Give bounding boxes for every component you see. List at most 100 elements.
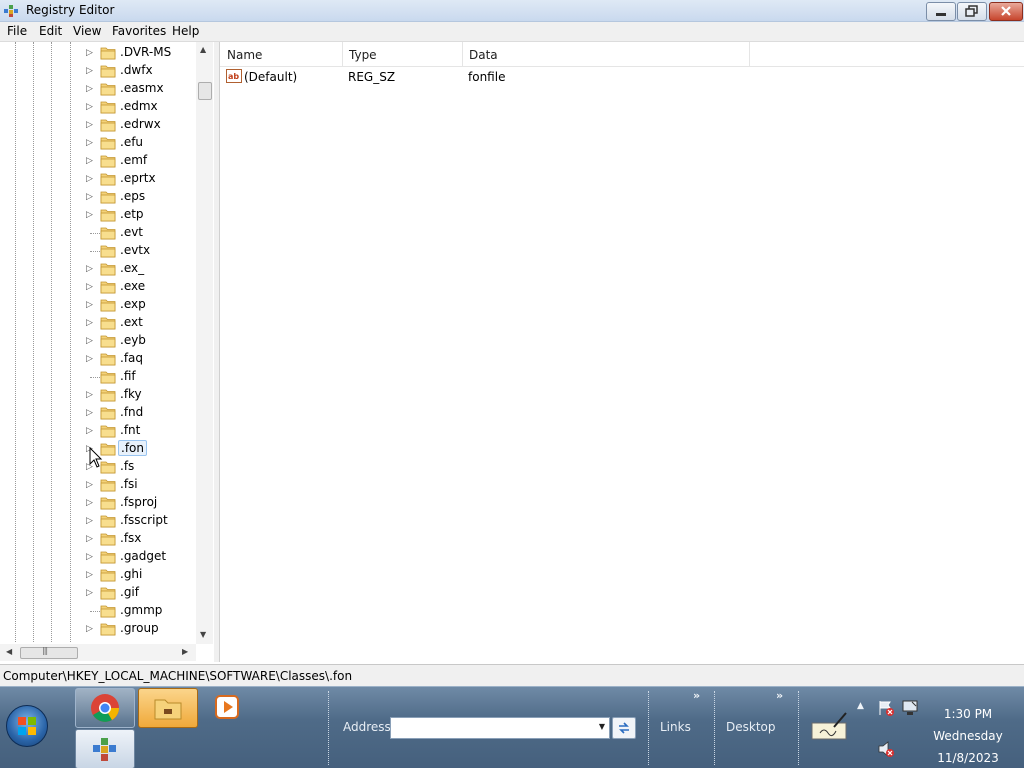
tree-item[interactable]: .evt bbox=[86, 224, 196, 242]
tree-item[interactable]: ▷ .eyb bbox=[86, 332, 196, 350]
network-icon[interactable] bbox=[901, 699, 919, 717]
expand-arrow-icon[interactable]: ▷ bbox=[86, 66, 95, 76]
tree-item[interactable]: ▷ .eps bbox=[86, 188, 196, 206]
tree-item[interactable]: ▷ .exp bbox=[86, 296, 196, 314]
expand-arrow-icon[interactable]: ▷ bbox=[86, 192, 95, 202]
links-toolbar-label[interactable]: Links bbox=[660, 720, 691, 734]
tree-item[interactable]: ▷ .fsproj bbox=[86, 494, 196, 512]
clock-time[interactable]: 1:30 PM bbox=[930, 707, 1006, 721]
expand-arrow-icon[interactable]: ▷ bbox=[86, 498, 95, 508]
tree-item[interactable]: ▷ .gadget bbox=[86, 548, 196, 566]
menu-favorites[interactable]: Favorites bbox=[112, 24, 166, 38]
expand-arrow-icon[interactable]: ▷ bbox=[86, 300, 95, 310]
expand-arrow-icon[interactable]: ▷ bbox=[86, 264, 95, 274]
expand-arrow-icon[interactable]: ▷ bbox=[86, 282, 95, 292]
tree-item[interactable]: ▷ .efu bbox=[86, 134, 196, 152]
expand-arrow-icon[interactable]: ▷ bbox=[86, 318, 95, 328]
tree-item[interactable]: ▷ .edrwx bbox=[86, 116, 196, 134]
show-hidden-icons-icon[interactable]: ▲ bbox=[857, 701, 864, 711]
expand-arrow-icon[interactable]: ▷ bbox=[86, 84, 95, 94]
column-header-type[interactable]: Type bbox=[342, 42, 463, 66]
expand-arrow-icon[interactable]: ▷ bbox=[86, 174, 95, 184]
volume-muted-icon[interactable] bbox=[877, 740, 895, 758]
expand-arrow-icon[interactable]: ▷ bbox=[86, 570, 95, 580]
minimize-button[interactable] bbox=[926, 2, 956, 21]
tree-item[interactable]: ▷ .ext bbox=[86, 314, 196, 332]
tree-item[interactable]: ▷ .ghi bbox=[86, 566, 196, 584]
title-bar[interactable]: Registry Editor bbox=[0, 0, 1024, 22]
scroll-up-icon[interactable]: ▲ bbox=[200, 45, 206, 54]
chevron-right-icon[interactable]: » bbox=[776, 689, 783, 702]
expand-arrow-icon[interactable]: ▷ bbox=[86, 120, 95, 130]
scroll-thumb[interactable] bbox=[20, 647, 78, 659]
tree-item[interactable]: .fif bbox=[86, 368, 196, 386]
taskbar-explorer-button[interactable] bbox=[138, 688, 198, 728]
taskbar-regedit-button[interactable] bbox=[75, 729, 135, 768]
key-tree-pane[interactable]: ▷ .DVR-MS ▷ .dwfx ▷ .easmx ▷ .edmx ▷ .edrwx ▷ .efu ▷… bbox=[0, 42, 215, 662]
column-header-data[interactable]: Data bbox=[462, 42, 750, 66]
clock-date[interactable]: 11/8/2023 bbox=[930, 751, 1006, 765]
expand-arrow-icon[interactable]: ▷ bbox=[86, 354, 95, 364]
tree-item[interactable]: ▷ .fsi bbox=[86, 476, 196, 494]
menu-help[interactable]: Help bbox=[172, 24, 199, 38]
expand-arrow-icon[interactable]: ▷ bbox=[86, 480, 95, 490]
clock-day[interactable]: Wednesday bbox=[930, 729, 1006, 743]
tree-item[interactable]: ▷ .easmx bbox=[86, 80, 196, 98]
expand-arrow-icon[interactable]: ▷ bbox=[86, 102, 95, 112]
values-list-pane[interactable]: Name Type Data ab (Default) REG_SZ fonfi… bbox=[219, 42, 1024, 662]
column-header-name[interactable]: Name bbox=[220, 42, 343, 66]
tree-item[interactable]: ▷ .fky bbox=[86, 386, 196, 404]
expand-arrow-icon[interactable]: ▷ bbox=[86, 534, 95, 544]
dropdown-arrow-icon[interactable]: ▼ bbox=[599, 722, 605, 731]
menu-edit[interactable]: Edit bbox=[39, 24, 62, 38]
tree-item[interactable]: ▷ .eprtx bbox=[86, 170, 196, 188]
close-button[interactable] bbox=[989, 2, 1023, 21]
expand-arrow-icon[interactable]: ▷ bbox=[86, 588, 95, 598]
scroll-thumb[interactable] bbox=[198, 82, 212, 100]
expand-arrow-icon[interactable]: ▷ bbox=[86, 210, 95, 220]
expand-arrow-icon[interactable]: ▷ bbox=[86, 426, 95, 436]
tree-vertical-scrollbar[interactable]: ▲ ▼ bbox=[196, 42, 213, 644]
tree-item[interactable]: ▷ .dwfx bbox=[86, 62, 196, 80]
tree-item[interactable]: ▷ .gif bbox=[86, 584, 196, 602]
tree-item[interactable]: ▷ .fsx bbox=[86, 530, 196, 548]
tablet-input-icon[interactable] bbox=[810, 711, 850, 743]
maximize-button[interactable] bbox=[957, 2, 987, 21]
scroll-right-icon[interactable]: ▶ bbox=[182, 647, 188, 656]
scroll-left-icon[interactable]: ◀ bbox=[6, 647, 12, 656]
desktop-toolbar-label[interactable]: Desktop bbox=[726, 720, 776, 734]
tree-item[interactable]: .gmmp bbox=[86, 602, 196, 620]
expand-arrow-icon[interactable]: ▷ bbox=[86, 624, 95, 634]
action-center-flag-icon[interactable] bbox=[877, 699, 895, 717]
value-row[interactable]: ab (Default) REG_SZ fonfile bbox=[220, 68, 1024, 86]
tree-item[interactable]: ▷ .group bbox=[86, 620, 196, 638]
menu-file[interactable]: File bbox=[7, 24, 27, 38]
tree-item[interactable]: ▷ .ex_ bbox=[86, 260, 196, 278]
menu-view[interactable]: View bbox=[73, 24, 101, 38]
media-player-icon[interactable] bbox=[213, 693, 241, 721]
tree-horizontal-scrollbar[interactable]: ◀ ||| ▶ bbox=[0, 644, 196, 661]
chevron-right-icon[interactable]: » bbox=[693, 689, 700, 702]
expand-arrow-icon[interactable]: ▷ bbox=[86, 408, 95, 418]
scroll-down-icon[interactable]: ▼ bbox=[200, 630, 206, 639]
tree-item[interactable]: ▷ .fnd bbox=[86, 404, 196, 422]
tree-item[interactable]: ▷ .exe bbox=[86, 278, 196, 296]
expand-arrow-icon[interactable]: ▷ bbox=[86, 336, 95, 346]
tree-item[interactable]: ▷ .etp bbox=[86, 206, 196, 224]
expand-arrow-icon[interactable]: ▷ bbox=[86, 516, 95, 526]
expand-arrow-icon[interactable]: ▷ bbox=[86, 552, 95, 562]
tree-item[interactable]: ▷ .faq bbox=[86, 350, 196, 368]
tree-item[interactable]: ▷ .fnt bbox=[86, 422, 196, 440]
start-button[interactable] bbox=[6, 705, 48, 747]
address-go-button[interactable] bbox=[612, 717, 636, 739]
expand-arrow-icon[interactable]: ▷ bbox=[86, 48, 95, 58]
tree-item[interactable]: ▷ .fsscript bbox=[86, 512, 196, 530]
tree-item[interactable]: ▷ .edmx bbox=[86, 98, 196, 116]
address-input[interactable]: ▼ bbox=[390, 717, 610, 739]
tree-item[interactable]: ▷ .DVR-MS bbox=[86, 44, 196, 62]
expand-arrow-icon[interactable]: ▷ bbox=[86, 138, 95, 148]
tree-item[interactable]: .evtx bbox=[86, 242, 196, 260]
expand-arrow-icon[interactable]: ▷ bbox=[86, 390, 95, 400]
taskbar-chrome-button[interactable] bbox=[75, 688, 135, 728]
expand-arrow-icon[interactable]: ▷ bbox=[86, 156, 95, 166]
